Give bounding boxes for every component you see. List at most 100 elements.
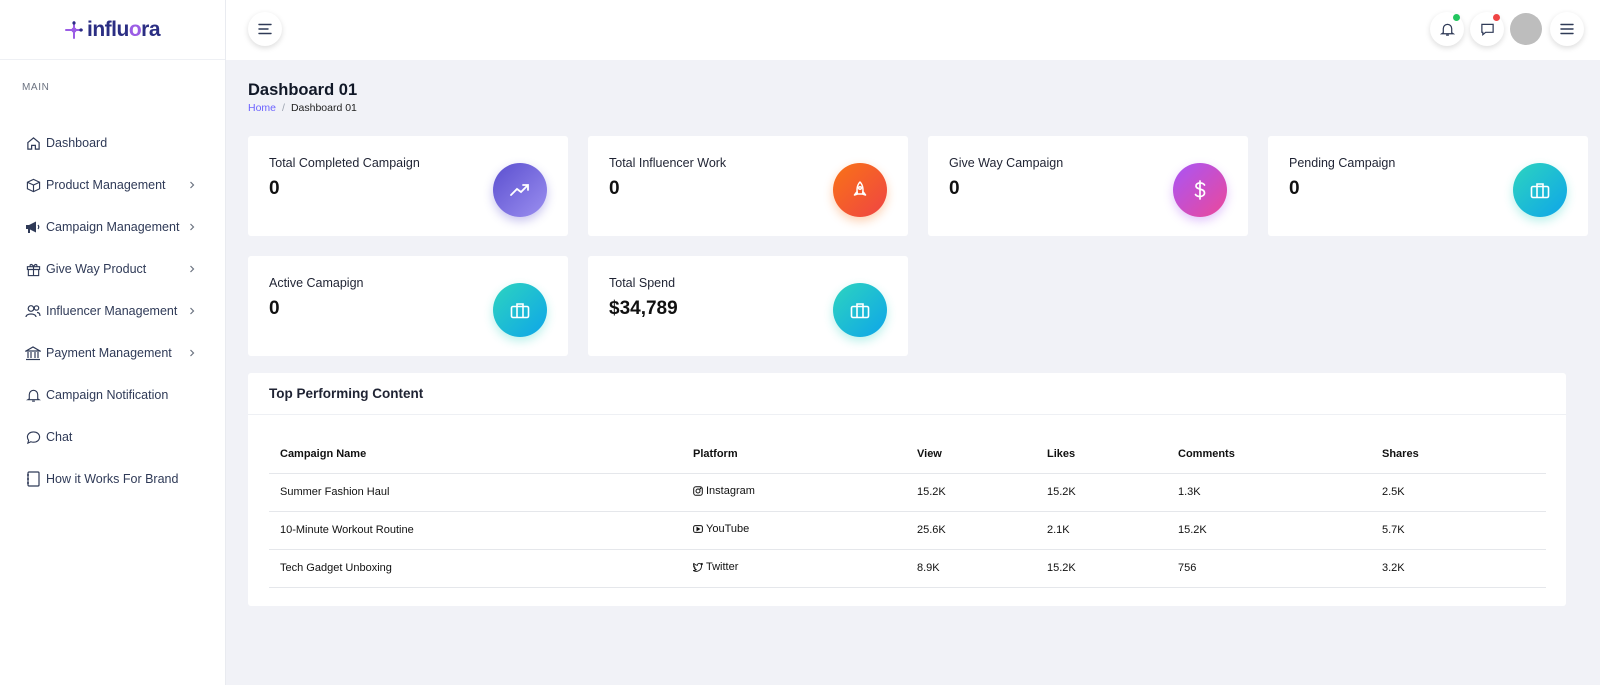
stat-card-title: Total Influencer Work <box>609 156 727 170</box>
breadcrumb-home-link[interactable]: Home <box>248 102 276 114</box>
page-title: Dashboard 01 <box>248 81 358 99</box>
trending-up-icon <box>510 184 529 196</box>
stat-card-value: 0 <box>1289 178 1300 199</box>
stat-card-total-influencer-work: Total Influencer Work 0 <box>588 136 908 236</box>
stat-icon-circle <box>493 163 547 217</box>
brand-name: influora <box>86 17 161 41</box>
chat-icon <box>25 429 41 445</box>
column-header: Likes <box>1036 435 1167 474</box>
stat-card-active-campaign: Active Camapign 0 <box>248 256 568 356</box>
shares-cell: 2.5K <box>1371 473 1546 512</box>
sidebar-item-label: Chat <box>46 430 73 444</box>
view-cell: 25.6K <box>906 511 1036 550</box>
view-cell: 8.9K <box>906 549 1036 588</box>
sidebar-item-product-management[interactable]: Product Management <box>0 164 225 206</box>
dollar-icon <box>1194 180 1206 200</box>
breadcrumb-current: Dashboard 01 <box>290 102 357 114</box>
likes-cell: 15.2K <box>1036 549 1167 588</box>
table-header-row: Campaign Name Platform View Likes Commen… <box>269 435 1546 474</box>
menu-lines-icon <box>258 23 272 35</box>
view-cell: 15.2K <box>906 473 1036 512</box>
sidebar-item-campaign-management[interactable]: Campaign Management <box>0 206 225 248</box>
stat-card-give-way-campaign: Give Way Campaign 0 <box>928 136 1248 236</box>
platform-label: Instagram <box>706 485 755 497</box>
logo-mark-icon <box>64 20 83 39</box>
sidebar-item-label: Dashboard <box>46 136 108 150</box>
chevron-right-icon <box>187 348 197 358</box>
chevron-right-icon <box>187 306 197 316</box>
stat-card-total-completed-campaign: Total Completed Campaign 0 <box>248 136 568 236</box>
column-header: Campaign Name <box>269 435 682 474</box>
column-header: Comments <box>1167 435 1371 474</box>
stat-card-value: 0 <box>609 178 620 199</box>
comments-cell: 15.2K <box>1167 511 1371 550</box>
sidebar-item-label: Campaign Management <box>46 220 180 234</box>
platform-label: Twitter <box>706 561 739 573</box>
chevron-right-icon <box>187 180 197 190</box>
column-header: Platform <box>682 435 906 474</box>
platform-cell: Instagram <box>682 473 906 512</box>
gift-icon <box>25 261 41 277</box>
column-header: Shares <box>1371 435 1546 474</box>
avatar[interactable] <box>1510 13 1542 45</box>
comments-cell: 756 <box>1167 549 1371 588</box>
briefcase-icon <box>850 302 870 318</box>
likes-cell: 2.1K <box>1036 511 1167 550</box>
twitter-icon <box>693 562 703 572</box>
settings-menu-button[interactable] <box>1550 12 1584 46</box>
sidebar-item-label: Campaign Notification <box>46 388 169 402</box>
notifications-button[interactable] <box>1430 12 1464 46</box>
sidebar-item-campaign-notification[interactable]: Campaign Notification <box>0 374 225 416</box>
home-icon <box>25 135 41 151</box>
top-content-table: Campaign Name Platform View Likes Commen… <box>269 435 1546 588</box>
sidebar-item-how-it-works[interactable]: How it Works For Brand <box>0 458 225 500</box>
platform-label: YouTube <box>706 523 750 535</box>
section-title: Top Performing Content <box>248 373 1566 415</box>
chevron-right-icon <box>187 264 197 274</box>
instagram-icon <box>693 486 703 496</box>
briefcase-icon <box>510 302 530 318</box>
sidebar-toggle-button[interactable] <box>248 12 282 46</box>
briefcase-icon <box>1530 182 1550 198</box>
notification-badge-dot <box>1453 14 1460 21</box>
top-performing-content-card: Top Performing Content Campaign Name Pla… <box>248 373 1566 606</box>
sidebar-item-payment-management[interactable]: Payment Management <box>0 332 225 374</box>
rocket-icon <box>853 181 867 196</box>
sidebar-item-give-way-product[interactable]: Give Way Product <box>0 248 225 290</box>
brand-logo[interactable]: influora <box>0 0 225 60</box>
sidebar-item-label: Influencer Management <box>46 304 178 318</box>
shares-cell: 3.2K <box>1371 549 1546 588</box>
table-row[interactable]: Summer Fashion Haul Instagram 15.2K 15.2… <box>269 473 1546 512</box>
platform-cell: Twitter <box>682 549 906 588</box>
youtube-icon <box>693 525 703 533</box>
stat-card-title: Total Spend <box>609 276 676 290</box>
topbar <box>226 0 1600 60</box>
stat-card-value: 0 <box>269 298 280 319</box>
shares-cell: 5.7K <box>1371 511 1546 550</box>
sidebar-item-label: Give Way Product <box>46 262 147 276</box>
stat-icon-circle <box>493 283 547 337</box>
sidebar-item-label: How it Works For Brand <box>46 472 179 486</box>
stat-icon-circle <box>1513 163 1567 217</box>
breadcrumb-separator: / <box>282 102 285 114</box>
stat-card-value: 0 <box>269 178 280 199</box>
chevron-right-icon <box>187 222 197 232</box>
stat-card-title: Give Way Campaign <box>949 156 1064 170</box>
breadcrumb: Home / Dashboard 01 <box>248 102 357 114</box>
users-icon <box>25 303 41 319</box>
stat-card-title: Active Camapign <box>269 276 364 290</box>
stat-card-title: Total Completed Campaign <box>269 156 420 170</box>
platform-cell: YouTube <box>682 511 906 550</box>
bell-icon <box>25 387 41 403</box>
sidebar-item-label: Product Management <box>46 178 166 192</box>
stat-card-value: 0 <box>949 178 960 199</box>
table-row[interactable]: 10-Minute Workout Routine YouTube 25.6K … <box>269 511 1546 550</box>
messages-button[interactable] <box>1470 12 1504 46</box>
sidebar-item-label: Payment Management <box>46 346 172 360</box>
sidebar-item-chat[interactable]: Chat <box>0 416 225 458</box>
sidebar-item-influencer-management[interactable]: Influencer Management <box>0 290 225 332</box>
megaphone-icon <box>25 219 41 235</box>
sidebar-item-dashboard[interactable]: Dashboard <box>0 122 225 164</box>
table-row[interactable]: Tech Gadget Unboxing Twitter 8.9K 15.2K … <box>269 549 1546 588</box>
notebook-icon <box>25 471 41 487</box>
